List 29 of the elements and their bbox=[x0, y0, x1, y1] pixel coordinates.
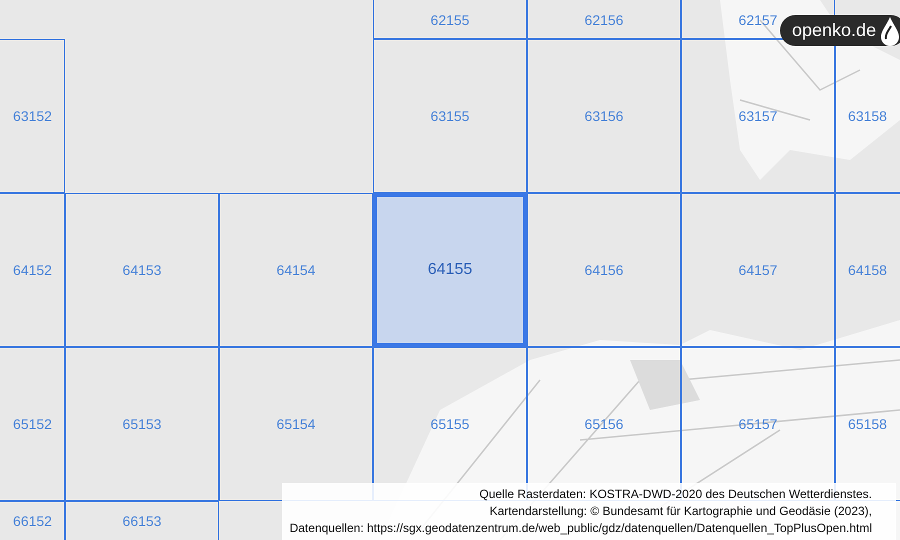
cell-label[interactable]: 65154 bbox=[276, 416, 316, 432]
cell-label[interactable]: 63156 bbox=[584, 108, 624, 124]
logo-badge[interactable]: openko.de bbox=[780, 15, 900, 46]
cell-label[interactable]: 65155 bbox=[430, 416, 470, 432]
cell-label[interactable]: 62157 bbox=[738, 12, 778, 28]
cell-label[interactable]: 64153 bbox=[122, 262, 162, 278]
cell-label[interactable]: 65157 bbox=[738, 416, 778, 432]
cell-label[interactable]: 65158 bbox=[848, 416, 887, 432]
cell-label[interactable]: 63155 bbox=[430, 108, 470, 124]
cell-label[interactable]: 65153 bbox=[122, 416, 162, 432]
cell-label[interactable]: 64155 bbox=[428, 261, 472, 279]
cell-label[interactable]: 63158 bbox=[848, 108, 887, 124]
logo-text: openko.de bbox=[792, 20, 876, 41]
cell-label[interactable]: 65156 bbox=[584, 416, 624, 432]
attribution-text: Quelle Rasterdaten: KOSTRA-DWD-2020 des Deutschen Wetterdienstes. bbox=[479, 486, 872, 503]
attribution-text: Datenquellen: https://sgx.geodatenzentrum.de/web_public/gdz/datenquellen/Datenquellen_TopPlusOpen.html bbox=[290, 520, 872, 537]
cell-label[interactable]: 62155 bbox=[430, 12, 470, 28]
cell-label[interactable]: 64157 bbox=[738, 262, 778, 278]
cell-label[interactable]: 64156 bbox=[584, 262, 624, 278]
cell-label[interactable]: 64152 bbox=[13, 262, 52, 278]
attribution-text: Kartendarstellung: © Bundesamt für Kartographie und Geodäsie (2023), bbox=[490, 503, 872, 520]
cell-label[interactable]: 63152 bbox=[13, 108, 52, 124]
drop-icon bbox=[880, 16, 900, 46]
cell-label[interactable]: 62156 bbox=[584, 12, 624, 28]
cell-label[interactable]: 64154 bbox=[276, 262, 316, 278]
cell-label[interactable]: 66153 bbox=[122, 512, 162, 528]
cell-label[interactable]: 63157 bbox=[738, 108, 778, 124]
cell-label[interactable]: 65152 bbox=[13, 416, 52, 432]
cell-label[interactable]: 64158 bbox=[848, 262, 887, 278]
